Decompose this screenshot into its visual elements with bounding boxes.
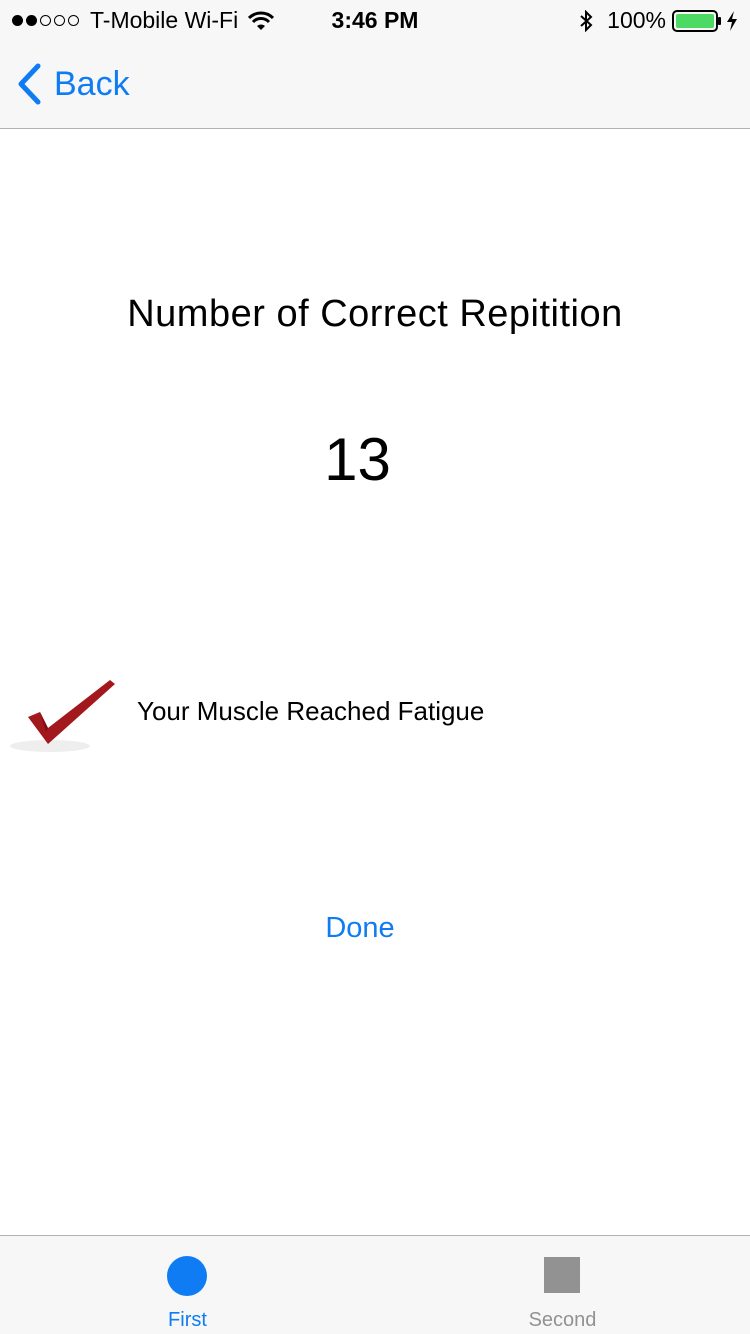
fatigue-message: Your Muscle Reached Fatigue xyxy=(137,696,485,726)
tab-second-label: Second xyxy=(528,1309,597,1331)
checkmark-image xyxy=(0,662,128,762)
status-right: 100% xyxy=(579,7,738,34)
repetition-count: 13 xyxy=(324,426,391,493)
back-button[interactable]: Back xyxy=(16,63,130,105)
done-button[interactable]: Done xyxy=(300,912,420,945)
battery-percent: 100% xyxy=(607,7,666,33)
screen: T-Mobile Wi-Fi 3:46 PM 100% Back Number … xyxy=(0,0,750,1334)
page-title: Number of Correct Repitition xyxy=(127,293,623,335)
chevron-left-icon xyxy=(18,63,41,105)
circle-icon xyxy=(167,1256,207,1296)
tab-first[interactable]: First xyxy=(0,1236,375,1334)
tab-bar: First Second xyxy=(0,1235,750,1334)
bluetooth-icon xyxy=(580,9,593,32)
charging-bolt-icon xyxy=(727,10,737,31)
battery-icon xyxy=(672,9,721,32)
tab-first-label: First xyxy=(168,1309,207,1331)
back-label: Back xyxy=(54,64,130,103)
square-icon xyxy=(544,1257,580,1293)
tab-second[interactable]: Second xyxy=(375,1236,750,1334)
status-bar: T-Mobile Wi-Fi 3:46 PM 100% xyxy=(0,0,750,40)
navigation-bar: Back xyxy=(0,40,750,129)
